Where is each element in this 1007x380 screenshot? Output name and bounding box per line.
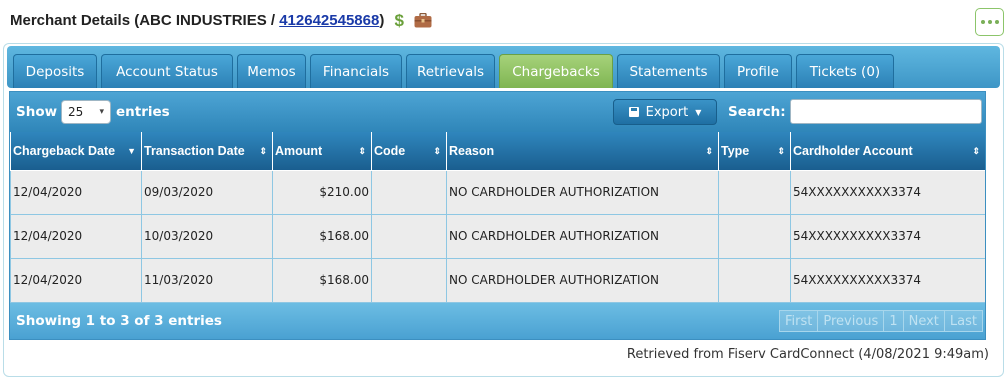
cell-chargeback-date: 12/04/2020 bbox=[10, 169, 142, 215]
cell-chargeback-date: 12/04/2020 bbox=[10, 213, 142, 259]
entries-label: entries bbox=[116, 104, 170, 120]
pager-last-button[interactable]: Last bbox=[943, 310, 983, 332]
table-footer: Showing 1 to 3 of 3 entries First Previo… bbox=[10, 303, 985, 339]
page-title: Merchant Details (ABC INDUSTRIES / 41264… bbox=[10, 11, 432, 32]
cell-amount: $210.00 bbox=[272, 169, 372, 215]
column-header-transaction-date[interactable]: Transaction Date ⇕ bbox=[141, 132, 273, 171]
cell-amount: $168.00 bbox=[272, 213, 372, 259]
cell-code bbox=[371, 257, 447, 303]
merchant-id-link[interactable]: 412642545868 bbox=[279, 12, 379, 29]
cell-transaction-date: 09/03/2020 bbox=[141, 169, 273, 215]
table-header-row: Chargeback Date ▼ Transaction Date ⇕ Amoun… bbox=[10, 132, 985, 171]
cell-cardholder-account: 54XXXXXXXXXX3374 bbox=[790, 213, 985, 259]
column-header-cardholder-account[interactable]: Cardholder Account ⇕ bbox=[790, 132, 985, 171]
sort-icon: ⇕ bbox=[972, 146, 980, 156]
cell-transaction-date: 11/03/2020 bbox=[141, 257, 273, 303]
column-header-chargeback-date[interactable]: Chargeback Date ▼ bbox=[10, 132, 142, 171]
column-header-code[interactable]: Code ⇕ bbox=[371, 132, 447, 171]
cell-amount: $168.00 bbox=[272, 257, 372, 303]
sort-icon: ⇕ bbox=[705, 146, 713, 156]
sort-icon: ⇕ bbox=[259, 146, 267, 156]
save-icon bbox=[628, 107, 639, 117]
cell-reason: NO CARDHOLDER AUTHORIZATION bbox=[446, 213, 719, 259]
cell-cardholder-account: 54XXXXXXXXXX3374 bbox=[790, 169, 985, 215]
more-dots-icon bbox=[980, 20, 985, 24]
pager-previous-button[interactable]: Previous bbox=[817, 310, 885, 332]
table-info: Showing 1 to 3 of 3 entries bbox=[16, 313, 222, 329]
cell-reason: NO CARDHOLDER AUTHORIZATION bbox=[446, 257, 719, 303]
tab-financials[interactable]: Financials bbox=[310, 54, 402, 88]
chargebacks-table-wrapper: Show 25 ▾ entries Export ▼ Search: Charg… bbox=[9, 91, 986, 340]
pager-next-button[interactable]: Next bbox=[902, 310, 945, 332]
sort-icon: ⇕ bbox=[777, 146, 785, 156]
cell-type bbox=[718, 257, 791, 303]
tab-account-status[interactable]: Account Status bbox=[101, 54, 233, 88]
retrieved-note: Retrieved from Fiserv CardConnect (4/08/… bbox=[626, 347, 989, 362]
cell-code bbox=[371, 169, 447, 215]
column-header-amount[interactable]: Amount ⇕ bbox=[272, 132, 372, 171]
cell-cardholder-account: 54XXXXXXXXXX3374 bbox=[790, 257, 985, 303]
entries-length-select[interactable]: 25 ▾ bbox=[61, 100, 111, 124]
tab-retrievals[interactable]: Retrievals bbox=[406, 54, 495, 88]
more-options-button[interactable] bbox=[975, 8, 1004, 36]
title-prefix: Merchant Details (ABC INDUSTRIES / bbox=[10, 12, 280, 29]
cell-type bbox=[718, 169, 791, 215]
pager-first-button[interactable]: First bbox=[779, 310, 819, 332]
chevron-down-icon: ▾ bbox=[99, 107, 104, 117]
tab-statements[interactable]: Statements bbox=[617, 54, 720, 88]
tab-tickets[interactable]: Tickets (0) bbox=[796, 54, 894, 88]
export-label: Export bbox=[645, 104, 689, 120]
title-suffix: ) bbox=[379, 12, 385, 29]
tab-chargebacks[interactable]: Chargebacks bbox=[499, 54, 613, 88]
cell-type bbox=[718, 213, 791, 259]
chargebacks-table: Chargeback Date ▼ Transaction Date ⇕ Amoun… bbox=[10, 132, 985, 303]
show-label: Show bbox=[16, 104, 58, 120]
dollar-icon[interactable]: $ bbox=[395, 11, 404, 31]
sort-icon: ⇕ bbox=[433, 146, 441, 156]
tab-deposits[interactable]: Deposits bbox=[13, 54, 97, 88]
cell-chargeback-date: 12/04/2020 bbox=[10, 257, 142, 303]
merchant-panel: Deposits Account Status Memos Financials… bbox=[3, 43, 1004, 377]
export-button[interactable]: Export ▼ bbox=[613, 99, 717, 125]
column-header-reason[interactable]: Reason ⇕ bbox=[446, 132, 719, 171]
cell-transaction-date: 10/03/2020 bbox=[141, 213, 273, 259]
search-label: Search: bbox=[728, 104, 786, 120]
sort-desc-icon: ▼ bbox=[127, 146, 136, 156]
table-toolbar: Show 25 ▾ entries Export ▼ Search: bbox=[10, 92, 985, 132]
page-header: Merchant Details (ABC INDUSTRIES / 41264… bbox=[0, 0, 1007, 42]
tab-bar: Deposits Account Status Memos Financials… bbox=[7, 46, 1000, 88]
caret-down-icon: ▼ bbox=[695, 107, 702, 117]
pagination: First Previous 1 Next Last bbox=[779, 310, 983, 332]
cell-code bbox=[371, 213, 447, 259]
search-input[interactable] bbox=[790, 99, 982, 124]
table-row: 12/04/2020 09/03/2020 $210.00 NO CARDHOL… bbox=[10, 169, 985, 215]
table-row: 12/04/2020 11/03/2020 $168.00 NO CARDHOL… bbox=[10, 257, 985, 303]
tab-profile[interactable]: Profile bbox=[724, 54, 792, 88]
briefcase-icon[interactable] bbox=[414, 12, 432, 32]
pager-page-1-button[interactable]: 1 bbox=[883, 310, 904, 332]
column-header-type[interactable]: Type ⇕ bbox=[718, 132, 791, 171]
table-row: 12/04/2020 10/03/2020 $168.00 NO CARDHOL… bbox=[10, 213, 985, 259]
entries-length-value: 25 bbox=[68, 105, 84, 119]
tab-memos[interactable]: Memos bbox=[237, 54, 306, 88]
cell-reason: NO CARDHOLDER AUTHORIZATION bbox=[446, 169, 719, 215]
sort-icon: ⇕ bbox=[358, 146, 366, 156]
